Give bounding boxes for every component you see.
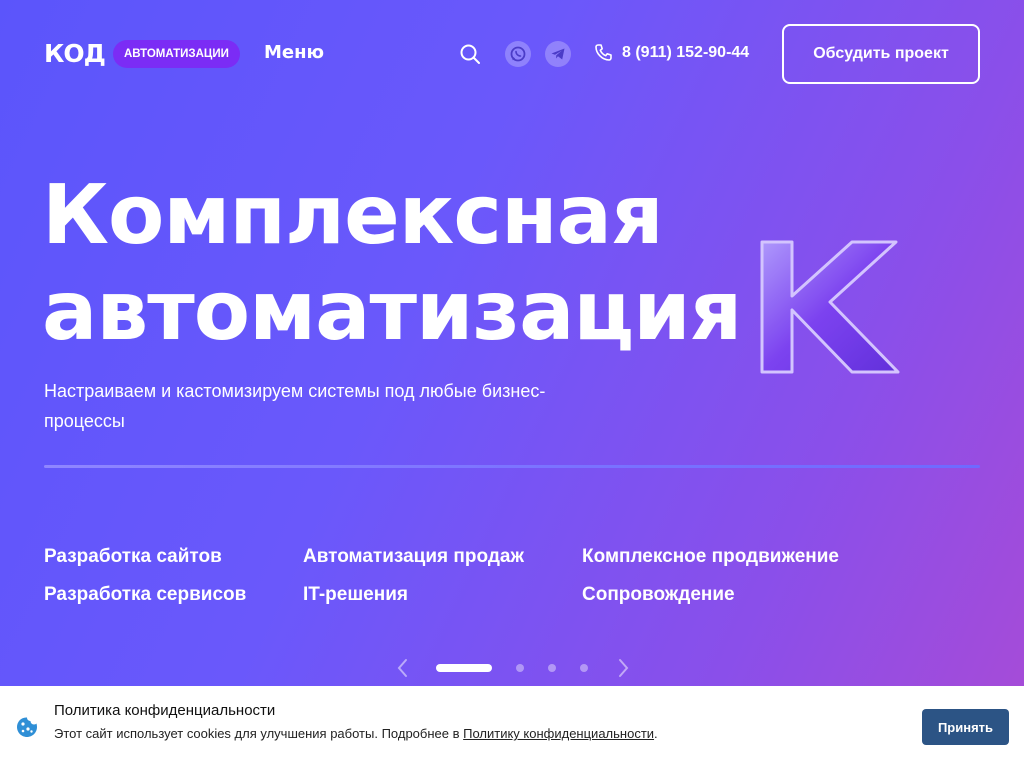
discuss-project-button[interactable]: Обсудить проект (782, 24, 980, 84)
hero-subtitle: Настраиваем и кастомизируем системы под … (44, 381, 546, 431)
phone-number: 8 (911) 152-90-44 (622, 43, 750, 61)
menu-button[interactable]: Меню (264, 42, 324, 63)
telegram-icon (551, 48, 565, 60)
service-link-services-dev[interactable]: Разработка сервисов (44, 584, 246, 606)
slider-next-icon[interactable] (614, 657, 632, 679)
slider-dot-3[interactable] (548, 664, 556, 672)
cookie-text: Этот сайт использует cookies для улучшен… (54, 726, 658, 741)
hero-title-line2: автоматизация (42, 264, 742, 359)
glass-k-decoration: К (760, 240, 900, 374)
hero-section: КОД АВТОМАТИЗАЦИИ Меню 8 (911) 152-90-44… (0, 0, 1024, 686)
slider-dot-2[interactable] (516, 664, 524, 672)
site-logo[interactable]: КОД АВТОМАТИЗАЦИИ (44, 40, 240, 68)
service-link-support[interactable]: Сопровождение (582, 584, 735, 606)
whatsapp-icon (510, 46, 526, 62)
slider-prev-icon[interactable] (394, 657, 412, 679)
cookie-message: Этот сайт использует cookies для улучшен… (54, 726, 464, 741)
search-icon (460, 44, 480, 64)
slider-dot-4[interactable] (580, 664, 588, 672)
phone-link[interactable]: 8 (911) 152-90-44 (594, 43, 749, 62)
hero-divider (44, 465, 980, 468)
hero-title-line1: Комплексная (42, 168, 664, 263)
service-link-it-solutions[interactable]: IT-решения (303, 584, 408, 606)
hero-title: Комплексная автоматизация (42, 168, 742, 360)
cookie-text-end: . (654, 726, 658, 741)
service-link-sales-automation[interactable]: Автоматизация продаж (303, 546, 524, 568)
privacy-policy-link[interactable]: Политику конфиденциальности (463, 726, 654, 741)
cookie-title: Политика конфиденциальности (54, 702, 276, 719)
cookie-icon (17, 717, 37, 737)
accept-cookies-button[interactable]: Принять (922, 709, 1009, 745)
slider-dot-1[interactable] (436, 664, 492, 672)
phone-icon (595, 44, 612, 61)
telegram-button[interactable] (545, 41, 571, 67)
logo-badge: АВТОМАТИЗАЦИИ (112, 40, 240, 68)
logo-text: КОД (44, 39, 106, 68)
service-link-websites[interactable]: Разработка сайтов (44, 546, 222, 568)
search-button[interactable] (457, 41, 483, 67)
service-link-promotion[interactable]: Комплексное продвижение (582, 546, 839, 568)
whatsapp-button[interactable] (505, 41, 531, 67)
